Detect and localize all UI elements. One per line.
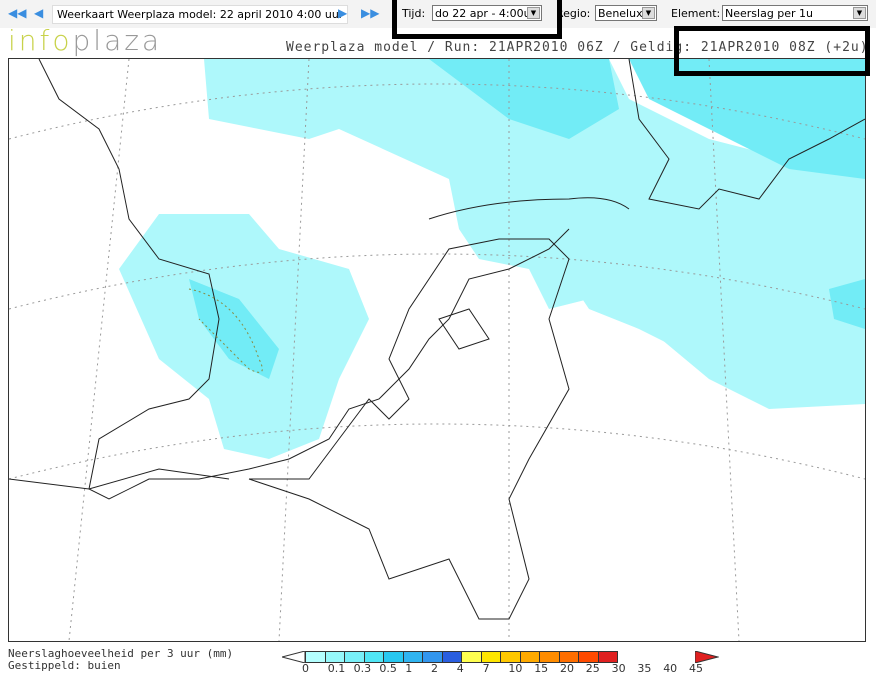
legend-tick: 0.3 — [353, 662, 372, 675]
legend-tick: 10 — [508, 662, 523, 675]
regio-select[interactable]: Benelux ▼ — [595, 5, 657, 21]
legend-tick: 45 — [689, 662, 703, 675]
element-label: Element: — [671, 7, 721, 20]
legend-tick: 1 — [405, 662, 413, 675]
next-icon[interactable]: ▶ — [338, 6, 347, 20]
legend-tick: 15 — [534, 662, 549, 675]
chevron-down-icon: ▼ — [853, 7, 866, 19]
legend-tick: 30 — [611, 662, 626, 675]
chevron-down-icon: ▼ — [642, 7, 655, 19]
legend-tick: 35 — [637, 662, 652, 675]
legend-text: Neerslaghoeveelheid per 3 uur (mm) Gestip… — [8, 647, 234, 672]
regio-value: Benelux — [598, 7, 643, 20]
map-title: Weerkaart Weerplaza model: 22 april 2010… — [52, 5, 349, 24]
annotation-box-valid — [674, 26, 870, 76]
legend-tick: 40 — [663, 662, 678, 675]
previous-icon[interactable]: ◀ — [34, 6, 43, 20]
last-icon[interactable]: ▶▶ — [361, 6, 379, 20]
legend-tick: 7 — [482, 662, 490, 675]
infoplaza-logo: infoplaza — [8, 24, 163, 57]
legend-tick: 20 — [560, 662, 574, 675]
legend-tick: 0 — [302, 662, 309, 675]
legend-tick: 0.5 — [379, 662, 397, 675]
legend-swatch — [462, 651, 482, 663]
legend-tick: 0.1 — [327, 662, 346, 675]
precipitation-map — [8, 58, 866, 642]
legend-tick: 2 — [431, 662, 438, 675]
legend-tick: 4 — [456, 662, 464, 675]
element-select[interactable]: Neerslag per 1u ▼ — [722, 5, 868, 21]
first-icon[interactable]: ◀◀ — [8, 6, 26, 20]
element-value: Neerslag per 1u — [725, 7, 814, 20]
annotation-box-time — [392, 0, 562, 39]
legend-tick: 25 — [585, 662, 600, 675]
